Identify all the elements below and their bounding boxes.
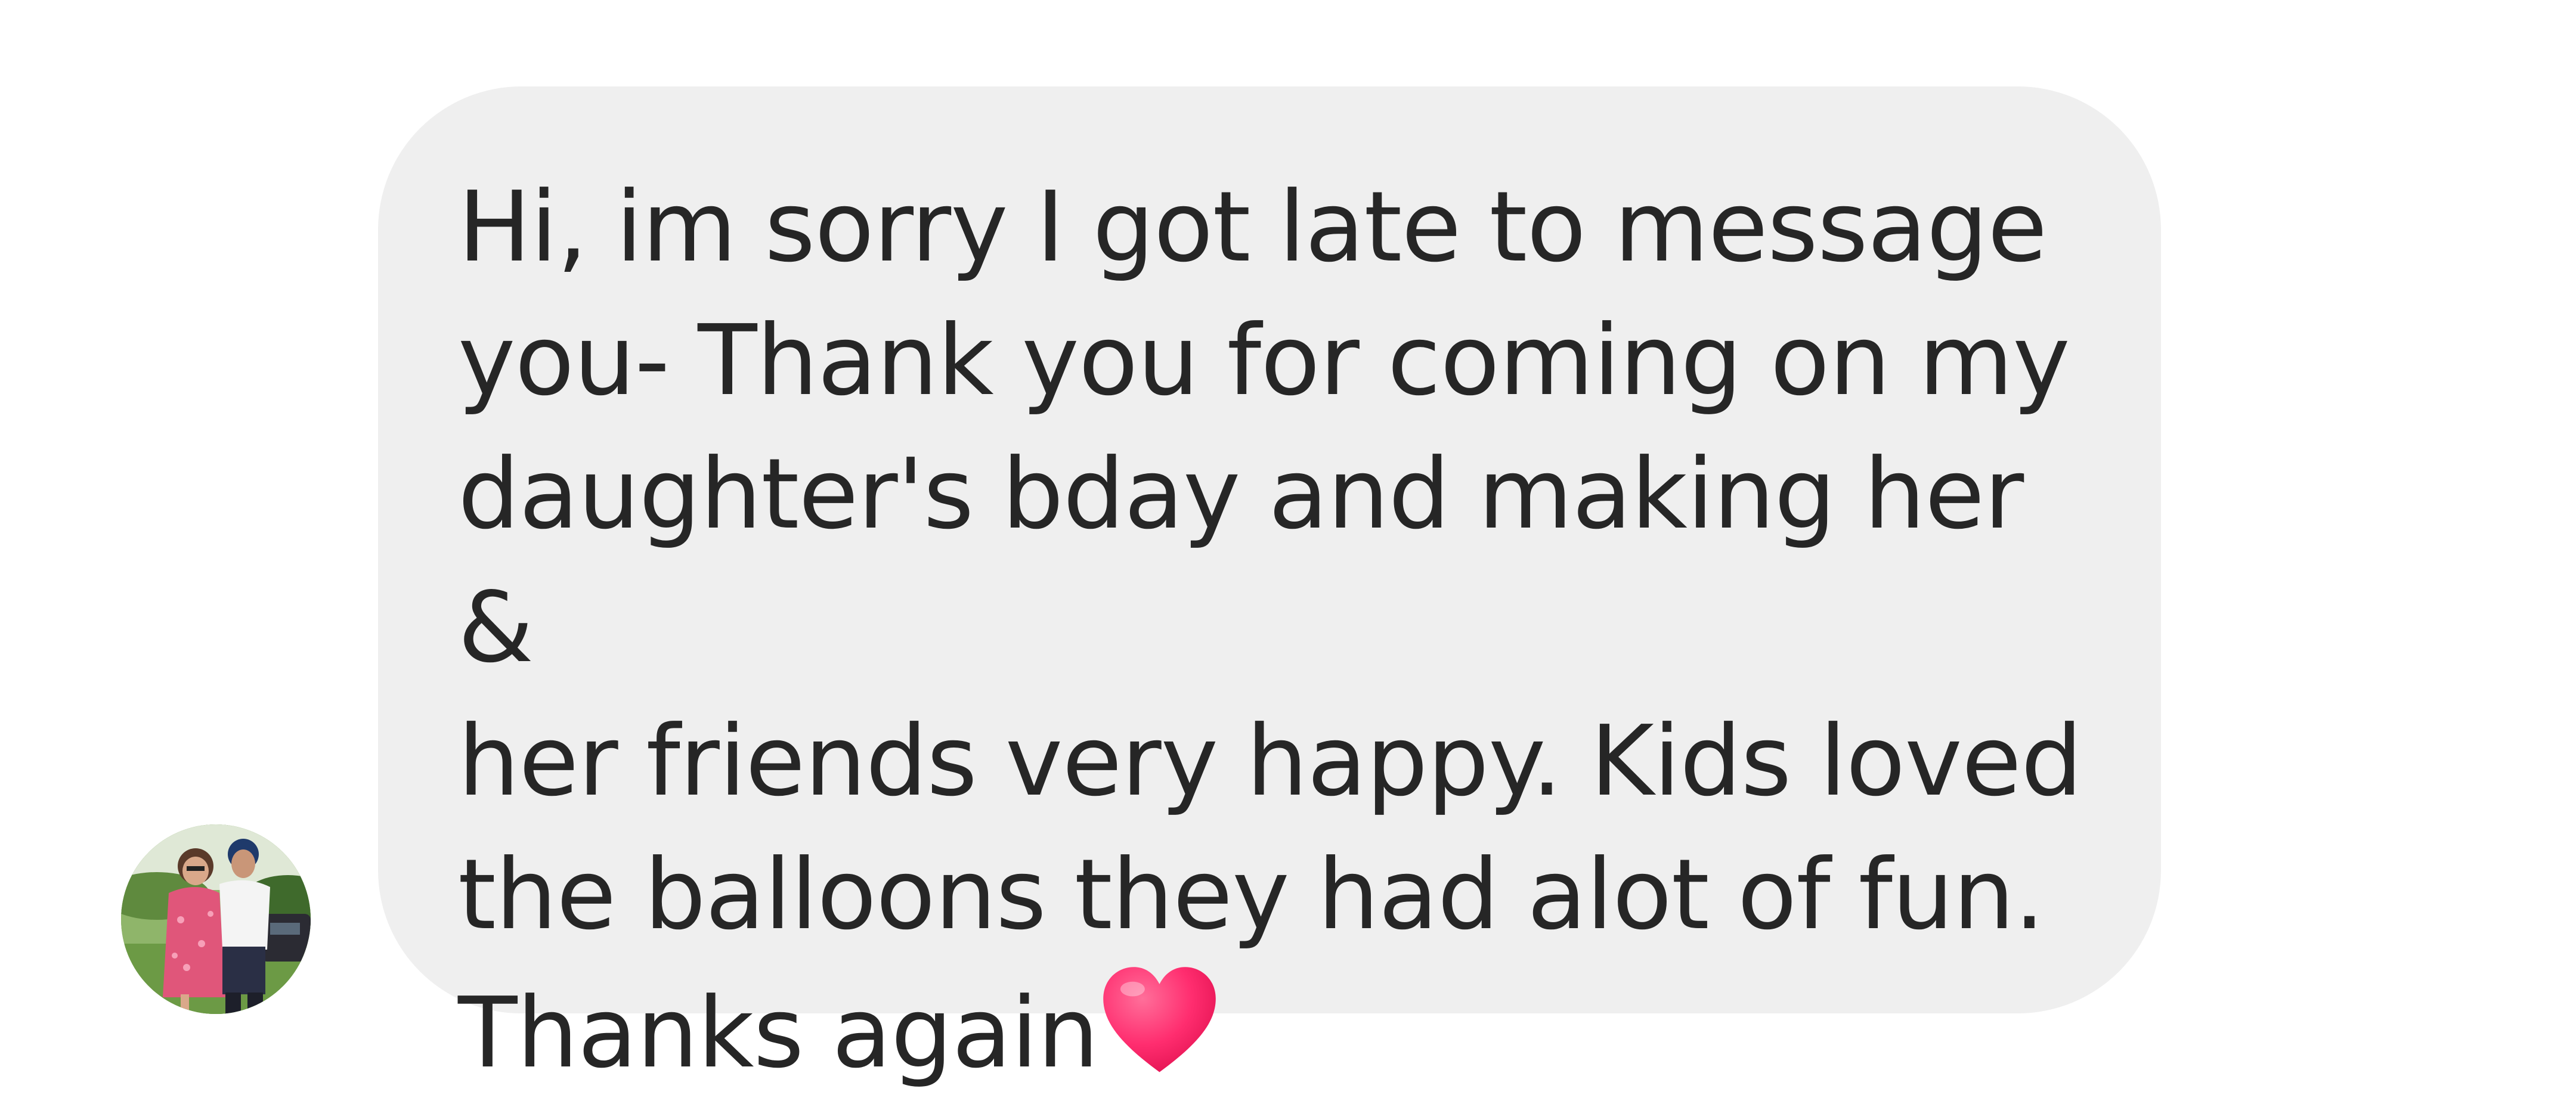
avatar-photo <box>121 824 311 1014</box>
message-bubble[interactable]: Hi, im sorry I got late to message you- … <box>378 86 2161 1090</box>
message-text: Hi, im sorry I got late to message you- … <box>458 171 2083 1090</box>
sender-avatar[interactable] <box>121 824 311 1014</box>
message-text-container: Hi, im sorry I got late to message you- … <box>458 161 2104 1100</box>
red-heart-icon <box>1098 962 1221 1084</box>
message-row: Hi, im sorry I got late to message you- … <box>0 0 2576 1104</box>
